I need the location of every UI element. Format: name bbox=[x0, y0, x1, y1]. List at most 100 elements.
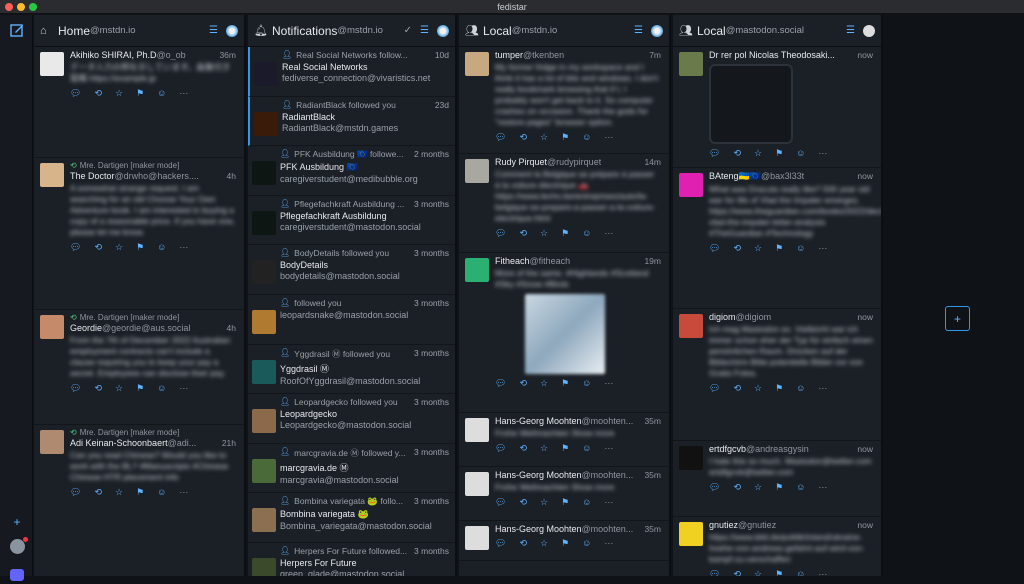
notifications-column-header[interactable]: 🔔︎ Notifications @mstdn.io ✓ ☰ bbox=[248, 15, 455, 47]
display-name[interactable]: Fitheach bbox=[495, 256, 530, 266]
notification-item[interactable]: 👤︎ followed you 3 months leopardsnake@masto… bbox=[248, 295, 455, 345]
mark-read-icon[interactable]: ✓ bbox=[404, 25, 412, 36]
account-avatar[interactable] bbox=[651, 24, 663, 37]
reply-icon[interactable]: 💬︎ bbox=[709, 148, 720, 159]
timestamp[interactable]: now bbox=[857, 50, 873, 60]
reply-icon[interactable]: 💬︎ bbox=[709, 482, 720, 493]
emoji-reaction-icon[interactable]: ☺ bbox=[157, 383, 166, 394]
notifications-list[interactable]: 👤︎ Real Social Networks follow... 10d Real … bbox=[248, 47, 455, 576]
avatar[interactable] bbox=[40, 163, 64, 187]
favourite-icon[interactable]: ☆ bbox=[540, 228, 548, 239]
boost-icon[interactable]: ⟲ bbox=[519, 378, 527, 389]
avatar[interactable] bbox=[252, 359, 276, 384]
avatar[interactable] bbox=[465, 159, 489, 183]
local-timeline[interactable]: Dr rer pol Nicolas Theodosaki... now 💬︎ ⟲ ☆ ⚑… bbox=[673, 47, 881, 576]
follower-name[interactable]: Real Social Networks bbox=[282, 62, 449, 72]
avatar[interactable] bbox=[40, 430, 64, 454]
status-post[interactable]: Hans-Georg Moohten @moohten... 35m Frohe We… bbox=[459, 413, 669, 467]
notification-item[interactable]: 👤︎ Pflegefachkraft Ausbildung ... 3 months… bbox=[248, 196, 455, 246]
avatar[interactable] bbox=[40, 315, 64, 339]
notification-item[interactable]: 👤︎ marcgravia.de Ⓜ followed y... 3 months m… bbox=[248, 444, 455, 494]
favourite-icon[interactable]: ☆ bbox=[754, 148, 762, 159]
boost-icon[interactable]: ⟲ bbox=[94, 487, 102, 498]
favourite-icon[interactable]: ☆ bbox=[115, 242, 123, 253]
reply-icon[interactable]: 💬︎ bbox=[495, 497, 506, 508]
status-post[interactable]: ⟲ Mre. Dartigen [maker mode] Adi Keinan-Sc… bbox=[34, 425, 244, 576]
local-column-header[interactable]: 👥︎ Local @mstdn.io ☰ bbox=[459, 15, 669, 47]
bookmark-icon[interactable]: ⚑ bbox=[136, 383, 144, 394]
more-icon[interactable]: ··· bbox=[818, 148, 827, 159]
favourite-icon[interactable]: ☆ bbox=[754, 569, 762, 576]
emoji-reaction-icon[interactable]: ☺ bbox=[157, 88, 166, 99]
favourite-icon[interactable]: ☆ bbox=[115, 88, 123, 99]
home-timeline[interactable]: Akihiko SHIRAI, Ph.D @o_ob 36m データ入力の例を示してい… bbox=[34, 47, 244, 576]
avatar[interactable] bbox=[252, 260, 276, 285]
more-icon[interactable]: ··· bbox=[818, 569, 827, 576]
bookmark-icon[interactable]: ⚑ bbox=[561, 228, 569, 239]
display-name[interactable]: Hans-Georg Moohten bbox=[495, 524, 582, 534]
emoji-reaction-icon[interactable]: ☺ bbox=[582, 228, 591, 239]
timestamp[interactable]: 19m bbox=[644, 256, 661, 266]
timestamp[interactable]: 36m bbox=[219, 50, 236, 60]
boost-icon[interactable]: ⟲ bbox=[519, 228, 527, 239]
bookmark-icon[interactable]: ⚑ bbox=[775, 569, 783, 576]
display-name[interactable]: ertdfgcvb bbox=[709, 444, 746, 454]
follower-name[interactable]: PFK Ausbildung 🇪🇺 bbox=[280, 162, 449, 173]
timestamp[interactable]: 4h bbox=[227, 323, 236, 333]
status-post[interactable]: ⟲ Mre. Dartigen [maker mode] The Doctor @dr… bbox=[34, 158, 244, 310]
follower-name[interactable]: Pflegefachkraft Ausbildung bbox=[280, 211, 449, 221]
boost-icon[interactable]: ⟲ bbox=[519, 443, 527, 454]
display-name[interactable]: BAteng🇺🇦🇪🇺 bbox=[709, 171, 761, 182]
avatar[interactable] bbox=[679, 314, 703, 338]
more-icon[interactable]: ··· bbox=[604, 538, 613, 549]
follower-name[interactable]: Yggdrasil Ⓜ bbox=[280, 362, 449, 375]
timestamp[interactable]: 7m bbox=[649, 50, 661, 60]
media-card[interactable] bbox=[709, 64, 793, 144]
local-timeline[interactable]: tumper @tkenben 7m My former fridge in my w… bbox=[459, 47, 669, 561]
avatar[interactable] bbox=[465, 418, 489, 442]
reply-icon[interactable]: 💬︎ bbox=[70, 487, 81, 498]
boost-icon[interactable]: ⟲ bbox=[519, 497, 527, 508]
avatar[interactable] bbox=[679, 522, 703, 546]
close-window-button[interactable] bbox=[5, 3, 13, 11]
favourite-icon[interactable]: ☆ bbox=[540, 132, 548, 143]
add-server-icon[interactable]: + bbox=[8, 513, 26, 531]
emoji-reaction-icon[interactable]: ☺ bbox=[582, 132, 591, 143]
avatar[interactable] bbox=[40, 52, 64, 76]
emoji-reaction-icon[interactable]: ☺ bbox=[157, 487, 166, 498]
account-avatar[interactable] bbox=[8, 536, 28, 555]
favourite-icon[interactable]: ☆ bbox=[115, 383, 123, 394]
sliders-icon[interactable]: ☰ bbox=[420, 25, 429, 36]
more-icon[interactable]: ··· bbox=[818, 482, 827, 493]
avatar[interactable] bbox=[252, 409, 276, 434]
status-post[interactable]: tumper @tkenben 7m My former fridge in my w… bbox=[459, 47, 669, 154]
emoji-reaction-icon[interactable]: ☺ bbox=[796, 569, 805, 576]
emoji-reaction-icon[interactable]: ☺ bbox=[582, 538, 591, 549]
status-post[interactable]: Akihiko SHIRAI, Ph.D @o_ob 36m データ入力の例を示してい… bbox=[34, 47, 244, 158]
emoji-reaction-icon[interactable]: ☺ bbox=[582, 443, 591, 454]
bookmark-icon[interactable]: ⚑ bbox=[136, 242, 144, 253]
display-name[interactable]: gnutiez bbox=[709, 520, 738, 530]
favourite-icon[interactable]: ☆ bbox=[540, 497, 548, 508]
add-column-button[interactable]: + bbox=[945, 306, 970, 331]
window-controls[interactable] bbox=[5, 3, 37, 11]
bookmark-icon[interactable]: ⚑ bbox=[136, 487, 144, 498]
avatar[interactable] bbox=[465, 52, 489, 76]
status-post[interactable]: Fitheach @fitheach 19m More of the same. #H… bbox=[459, 253, 669, 413]
more-icon[interactable]: ··· bbox=[818, 243, 827, 254]
emoji-reaction-icon[interactable]: ☺ bbox=[796, 243, 805, 254]
notification-item[interactable]: 👤︎ PFK Ausbildung 🇪🇺 followe... 2 months PF… bbox=[248, 146, 455, 196]
reply-icon[interactable]: 💬︎ bbox=[495, 378, 506, 389]
display-name[interactable]: Hans-Georg Moohten bbox=[495, 470, 582, 480]
reply-icon[interactable]: 💬︎ bbox=[70, 242, 81, 253]
display-name[interactable]: Akihiko SHIRAI, Ph.D bbox=[70, 50, 157, 60]
boost-icon[interactable]: ⟲ bbox=[733, 383, 741, 394]
emoji-reaction-icon[interactable]: ☺ bbox=[796, 383, 805, 394]
display-name[interactable]: tumper bbox=[495, 50, 523, 60]
bookmark-icon[interactable]: ⚑ bbox=[775, 148, 783, 159]
notification-item[interactable]: 👤︎ Leopardgecko followed you 3 months Leopa… bbox=[248, 394, 455, 444]
avatar[interactable] bbox=[252, 309, 276, 334]
reply-icon[interactable]: 💬︎ bbox=[709, 569, 720, 576]
display-name[interactable]: Rudy Pirquet bbox=[495, 157, 547, 167]
boost-icon[interactable]: ⟲ bbox=[733, 569, 741, 576]
